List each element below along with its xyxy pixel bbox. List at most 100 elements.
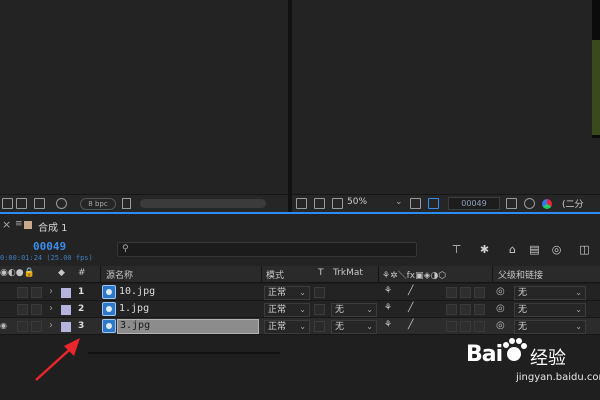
chevron-right-icon[interactable]: › xyxy=(49,286,53,297)
solo-switch[interactable] xyxy=(17,304,28,315)
show-channel-icon[interactable] xyxy=(524,198,535,209)
composition-flowchart-icon[interactable]: ⊤ xyxy=(450,244,463,255)
trkmat-dropdown[interactable]: 无 ⌄ xyxy=(331,303,377,317)
label-swatch[interactable] xyxy=(61,322,71,332)
panel-divider[interactable] xyxy=(288,0,292,212)
mode-header: 模式 xyxy=(266,271,285,281)
current-frame-field[interactable]: 00049 xyxy=(448,197,500,210)
tab-composition[interactable]: 合成 1 xyxy=(38,219,68,234)
pick-whip-icon[interactable]: ◎ xyxy=(496,286,505,297)
solo-switch[interactable] xyxy=(17,321,28,332)
viewer-footer: 50% ⌄ 00049 (二分 xyxy=(292,194,600,212)
color-channel-icon[interactable] xyxy=(542,199,552,209)
pick-whip-icon[interactable]: ◎ xyxy=(496,320,505,331)
interpret-footage-icon[interactable] xyxy=(2,198,13,209)
lock-switch[interactable] xyxy=(31,321,42,332)
parent-dropdown[interactable]: 无 ⌄ xyxy=(514,320,586,334)
chevron-down-icon: ⌄ xyxy=(575,288,582,297)
image-file-icon xyxy=(102,319,116,333)
switches-header-icons: ⚘✲＼fx▣◈◑⬡ xyxy=(382,271,447,281)
chevron-down-icon: ⌄ xyxy=(366,322,373,331)
shy-switch-icon[interactable]: ⚘ xyxy=(384,286,392,296)
shy-layers-icon[interactable]: ⌂ xyxy=(506,244,519,255)
pick-whip-icon[interactable]: ◎ xyxy=(496,303,505,314)
column-separator xyxy=(100,266,101,283)
chevron-right-icon[interactable]: › xyxy=(49,303,53,314)
mode-dropdown[interactable]: 正常 ⌄ xyxy=(264,320,310,334)
3d-layer-switch[interactable] xyxy=(474,287,485,298)
3d-layer-switch[interactable] xyxy=(474,304,485,315)
layer-name[interactable]: 10.jpg xyxy=(119,286,155,297)
label-swatch[interactable] xyxy=(61,305,71,315)
layer-row-2[interactable]: › 2 1.jpg 正常 ⌄ 无 ⌄ ⚘ ╱ ◎ 无 ⌄ xyxy=(0,301,600,318)
region-of-interest-icon[interactable] xyxy=(428,198,439,209)
solo-switch[interactable] xyxy=(17,287,28,298)
project-settings-icon[interactable] xyxy=(56,198,67,209)
preserve-transparency-checkbox[interactable] xyxy=(314,321,325,332)
mode-dropdown[interactable]: 正常 ⌄ xyxy=(264,303,310,317)
zoom-level[interactable]: 50% xyxy=(347,197,367,207)
quality-switch-icon[interactable]: ╱ xyxy=(408,320,413,330)
always-preview-icon[interactable] xyxy=(296,198,307,209)
shy-switch-icon[interactable]: ⚘ xyxy=(384,320,392,330)
label-icon[interactable]: ◆ xyxy=(58,268,65,278)
layer-header-row: ◉◐●🔒 ◆ # 源名称 模式 T TrkMat ⚘✲＼fx▣◈◑⬡ 父级和链接 xyxy=(0,266,600,283)
adjustment-switch[interactable] xyxy=(460,321,471,332)
shy-switch-icon[interactable]: ⚘ xyxy=(384,303,392,313)
adjustment-switch[interactable] xyxy=(460,304,471,315)
parent-dropdown[interactable]: 无 ⌄ xyxy=(514,286,586,300)
source-name-header[interactable]: 源名称 xyxy=(106,268,133,281)
trkmat-dropdown[interactable]: 无 ⌄ xyxy=(331,320,377,334)
layer-name[interactable]: 1.jpg xyxy=(119,303,149,314)
composition-viewer[interactable] xyxy=(292,0,600,194)
close-icon[interactable]: × xyxy=(2,218,11,231)
camera-icon[interactable] xyxy=(506,198,517,209)
motion-blur-switch[interactable] xyxy=(446,321,457,332)
project-scrollbar[interactable] xyxy=(140,199,266,208)
frame-blending-icon[interactable]: ▤ xyxy=(528,244,541,255)
parent-dropdown[interactable]: 无 ⌄ xyxy=(514,303,586,317)
motion-blur-switch[interactable] xyxy=(446,287,457,298)
mode-dropdown[interactable]: 正常 ⌄ xyxy=(264,286,310,300)
chevron-down-icon[interactable]: ⌄ xyxy=(395,197,403,207)
chevron-right-icon[interactable]: › xyxy=(49,320,53,331)
new-folder-icon[interactable] xyxy=(16,198,27,209)
layer-name-edit-field[interactable]: 3.jpg xyxy=(117,319,259,334)
bit-depth-button[interactable]: 8 bpc xyxy=(80,198,116,210)
draft-3d-icon[interactable]: ✱ xyxy=(478,244,491,255)
motion-blur-switch[interactable] xyxy=(446,304,457,315)
graph-editor-icon[interactable]: ◫ xyxy=(578,244,591,255)
resolution-select[interactable]: (二分 xyxy=(562,197,584,210)
motion-blur-icon[interactable]: ◎ xyxy=(550,244,563,255)
preserve-transparency-checkbox[interactable] xyxy=(314,304,325,315)
layer-row-1[interactable]: › 1 10.jpg 正常 ⌄ ⚘ ╱ ◎ 无 ⌄ xyxy=(0,284,600,301)
timeline-toolbar: 00049 0:00:01:24 (25.00 fps) ⚲ ⊤ ✱ ⌂ ▤ ◎… xyxy=(0,236,600,266)
project-footer: 8 bpc xyxy=(0,194,288,212)
monitor-icon[interactable] xyxy=(314,198,325,209)
quality-switch-icon[interactable]: ╱ xyxy=(408,303,413,313)
search-icon: ⚲ xyxy=(122,244,129,254)
preserve-transparency-checkbox[interactable] xyxy=(314,287,325,298)
chevron-down-icon: ⌄ xyxy=(299,322,306,331)
timecode-subtext: 0:00:01:24 (25.00 fps) xyxy=(0,254,93,262)
chevron-down-icon: ⌄ xyxy=(575,322,582,331)
quality-switch-icon[interactable]: ╱ xyxy=(408,286,413,296)
layer-row-3[interactable]: ◉ › 3 3.jpg 正常 ⌄ 无 ⌄ ⚘ ╱ ◎ 无 ⌄ xyxy=(0,318,600,335)
lock-switch[interactable] xyxy=(31,287,42,298)
layer-search-input[interactable]: ⚲ xyxy=(117,242,417,257)
new-composition-icon[interactable] xyxy=(34,198,45,209)
current-time-display[interactable]: 00049 xyxy=(33,240,66,253)
trash-icon[interactable] xyxy=(122,198,131,209)
watermark-url: jingyan.baidu.com xyxy=(516,372,600,383)
glasses-icon[interactable] xyxy=(332,198,343,209)
eye-icon[interactable]: ◉ xyxy=(0,321,7,330)
label-swatch[interactable] xyxy=(61,288,71,298)
menu-icon[interactable]: ≡ xyxy=(15,219,23,229)
layer-number: 3 xyxy=(78,321,85,331)
t-header: T xyxy=(318,268,324,278)
adjustment-switch[interactable] xyxy=(460,287,471,298)
fit-icon[interactable] xyxy=(410,198,421,209)
layer-name[interactable]: 3.jpg xyxy=(120,320,150,331)
lock-switch[interactable] xyxy=(31,304,42,315)
3d-layer-switch[interactable] xyxy=(474,321,485,332)
